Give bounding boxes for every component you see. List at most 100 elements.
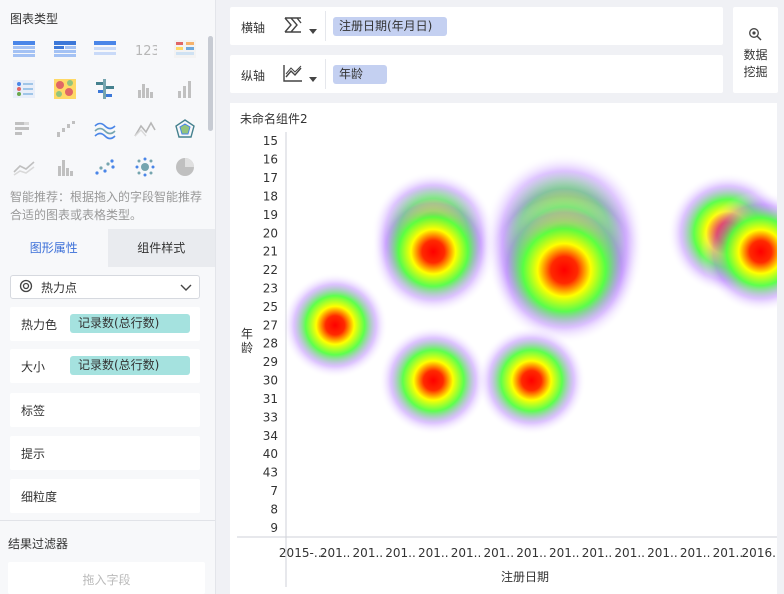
- y-tick-label: 16: [263, 153, 278, 167]
- label-label: 标签: [21, 403, 46, 418]
- shelf-divider: [325, 59, 326, 89]
- size-label: 大小: [21, 359, 46, 374]
- size-row[interactable]: 大小 记录数(总行数): [10, 349, 200, 383]
- multi-line-chart-icon[interactable]: [10, 154, 38, 180]
- waterfall-chart-icon[interactable]: [51, 116, 79, 142]
- chevron-down-icon: [179, 280, 193, 297]
- y-tick-label: 25: [263, 300, 278, 314]
- color-table-chart-icon[interactable]: [171, 36, 199, 62]
- x-tick-label: 201..: [549, 546, 580, 560]
- radar-chart-icon[interactable]: [171, 116, 199, 142]
- heatmap-chart-icon[interactable]: [51, 76, 79, 102]
- x-tick-label: 201..: [353, 546, 384, 560]
- x-axis-type-icon[interactable]: [282, 15, 304, 38]
- heatmap-icon: [19, 279, 33, 296]
- x-axis-shelf[interactable]: 横轴 注册日期(年月日): [230, 7, 723, 45]
- x-tick-label: 201..: [614, 546, 645, 560]
- area-line-chart-icon[interactable]: [131, 116, 159, 142]
- stacked-bar-chart-icon[interactable]: [10, 116, 38, 142]
- bubble-cluster-chart-icon[interactable]: [131, 154, 159, 180]
- data-mining-line1: 数据: [743, 48, 768, 62]
- recommend-hint: 智能推荐：根据拖入的字段智能推荐合适的图表或表格类型。: [10, 190, 203, 222]
- y-tick-label: 7: [270, 484, 278, 498]
- kpi-number-chart-icon[interactable]: 123: [131, 36, 159, 62]
- y-tick-label: 15: [263, 134, 278, 148]
- filter-drop-zone[interactable]: 拖入字段: [8, 562, 205, 594]
- y-tick-label: 19: [263, 208, 278, 222]
- data-mining-line2: 挖掘: [743, 65, 768, 79]
- y-tick-label: 30: [263, 374, 278, 388]
- left-panel: 图表类型 123 智能推荐：根据拖入的字段智能推荐合适的图表或表格类型。 图形属…: [0, 0, 216, 594]
- granularity-label: 细粒度: [21, 489, 58, 504]
- x-tick-label: 201..: [713, 546, 744, 560]
- column-chart-icon[interactable]: [171, 76, 199, 102]
- heat-point[interactable]: [371, 189, 496, 314]
- y-tick-label: 21: [263, 245, 278, 259]
- y-tick-label: 29: [263, 355, 278, 369]
- grouped-bar-chart-icon[interactable]: [131, 76, 159, 102]
- y-axis-label: 纵轴: [241, 69, 266, 83]
- heat-point[interactable]: [282, 272, 388, 379]
- heat-color-field-pill[interactable]: 记录数(总行数): [70, 314, 190, 333]
- y-axis-type-icon[interactable]: [282, 63, 304, 86]
- label-row[interactable]: 标签: [10, 393, 200, 427]
- divider: [0, 520, 215, 521]
- x-axis-field-pill[interactable]: 注册日期(年月日): [333, 17, 447, 36]
- y-axis-field-pill[interactable]: 年龄: [333, 65, 387, 84]
- x-axis-title: 注册日期: [501, 569, 549, 584]
- mark-type-select[interactable]: 热力点: [10, 275, 200, 299]
- heat-color-row[interactable]: 热力色 记录数(总行数): [10, 307, 200, 341]
- svg-text:123: 123: [135, 44, 157, 59]
- tooltip-row[interactable]: 提示: [10, 436, 200, 470]
- x-tick-label: 201..: [320, 546, 351, 560]
- x-tick-label: 201..: [385, 546, 416, 560]
- data-mining-button[interactable]: 数据 挖掘: [733, 7, 778, 93]
- heat-color-label: 热力色: [21, 317, 58, 332]
- y-tick-label: 27: [263, 318, 278, 332]
- y-axis-title-bottom: 龄: [241, 341, 253, 355]
- mark-type-label: 热力点: [41, 280, 78, 295]
- y-tick-label: 34: [263, 429, 278, 443]
- chart-types-title: 图表类型: [10, 12, 59, 26]
- heat-point[interactable]: [490, 196, 639, 344]
- heat-point[interactable]: [378, 325, 488, 436]
- dot-grid-chart-icon[interactable]: [10, 76, 38, 102]
- y-tick-label: 22: [263, 263, 278, 277]
- cross-table-chart-icon[interactable]: [10, 36, 38, 62]
- line-chart-icon[interactable]: [91, 116, 119, 142]
- y-tick-label: 8: [270, 502, 278, 516]
- x-tick-label: 201..: [680, 546, 711, 560]
- size-field-pill[interactable]: 记录数(总行数): [70, 356, 190, 375]
- scatter-bar-chart-icon[interactable]: [91, 76, 119, 102]
- pie-chart-icon[interactable]: [171, 154, 199, 180]
- granularity-row[interactable]: 细粒度: [10, 479, 200, 513]
- y-axis-shelf[interactable]: 纵轴 年龄: [230, 55, 723, 93]
- x-tick-label: 201..: [483, 546, 514, 560]
- group-table-chart-icon[interactable]: [51, 36, 79, 62]
- heat-point[interactable]: [476, 325, 587, 436]
- caret-down-icon[interactable]: [309, 24, 317, 38]
- x-tick-label: 2016..: [742, 546, 777, 560]
- chart-types-scrollbar[interactable]: [208, 36, 213, 131]
- scrollbar-thumb[interactable]: [208, 36, 213, 131]
- y-tick-label: 43: [263, 466, 278, 480]
- tab-component-style[interactable]: 组件样式: [107, 229, 215, 267]
- y-tick-label: 20: [263, 226, 278, 240]
- shelf-divider: [325, 11, 326, 41]
- detail-table-chart-icon[interactable]: [91, 36, 119, 62]
- tab-graph-properties[interactable]: 图形属性: [0, 229, 108, 267]
- x-tick-label: 2015-…: [279, 546, 326, 560]
- caret-down-icon[interactable]: [309, 72, 317, 86]
- scatter-chart-icon[interactable]: [91, 154, 119, 180]
- x-tick-label: 201..: [451, 546, 482, 560]
- chart-card: 未命名组件2 15 16 17 18 19 20 21 22 23 25 27 28 29 30 31 33 3…: [230, 103, 777, 594]
- histogram-chart-icon[interactable]: [51, 154, 79, 180]
- mining-icon: [748, 27, 762, 44]
- result-filter-title: 结果过滤器: [8, 537, 69, 551]
- y-tick-label: 33: [263, 410, 278, 424]
- y-tick-label: 23: [263, 281, 278, 295]
- property-tabs: 图形属性 组件样式: [0, 229, 215, 267]
- x-tick-label: 201..: [516, 546, 547, 560]
- y-tick-label: 28: [263, 337, 278, 351]
- y-tick-label: 40: [263, 447, 278, 461]
